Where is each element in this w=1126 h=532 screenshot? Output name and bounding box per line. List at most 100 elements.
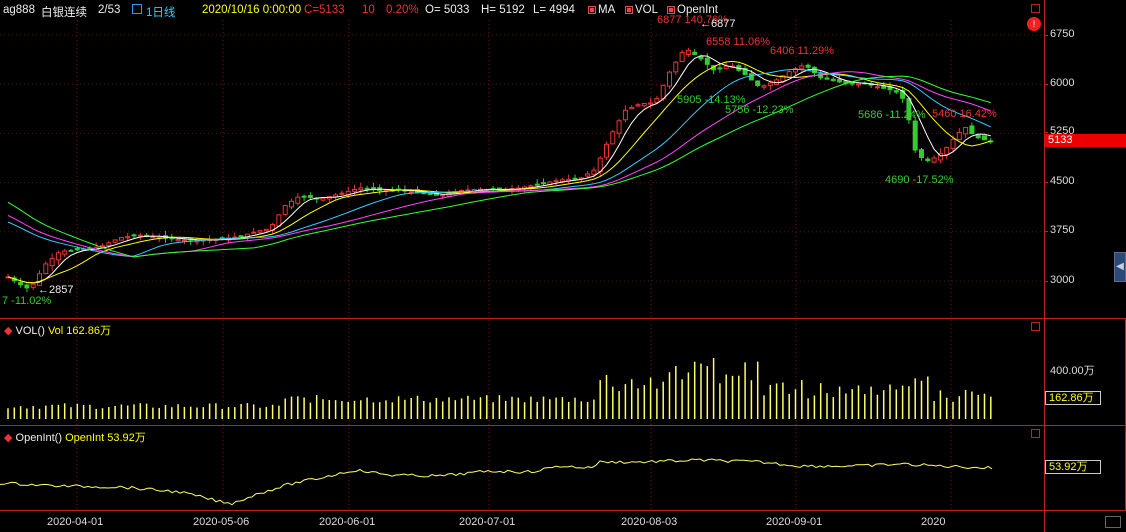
price-axis-label: 3750	[1050, 224, 1075, 236]
candle-body	[963, 126, 969, 135]
date-axis-label: 2020-06-01	[319, 516, 376, 528]
candle-body	[805, 64, 811, 68]
volume-func: VOL()	[15, 325, 45, 337]
date-axis-label: 2020-09-01	[766, 516, 823, 528]
scroll-handle[interactable]: ◀	[1114, 252, 1126, 282]
candle-body	[673, 61, 679, 73]
candle-body	[251, 231, 257, 234]
date-axis-label: 2020-05-06	[193, 516, 250, 528]
candle-body	[427, 192, 433, 195]
candle-body	[610, 131, 616, 145]
price-axis-label: 6750	[1050, 28, 1075, 40]
price-annotation: 5460 16.42%	[932, 108, 997, 120]
price-axis-label: 4500	[1050, 175, 1075, 187]
candle-body	[553, 180, 559, 183]
volume-value: 162.86万	[66, 325, 111, 337]
price-axis-tick	[1044, 35, 1048, 36]
candle-body	[43, 263, 49, 275]
ma30-line	[7, 71, 991, 258]
ma40-line	[7, 75, 991, 258]
price-annotation: 5686 -11.24%	[858, 109, 926, 121]
candle-body	[786, 71, 792, 78]
date-axis-line	[0, 510, 1126, 511]
price-axis-tick	[1044, 182, 1048, 183]
candle-body	[572, 177, 578, 180]
candle-body	[685, 49, 691, 56]
price-chart[interactable]	[0, 0, 1044, 510]
price-annotation: 4690 -17.52%	[885, 174, 954, 186]
candle-body	[307, 195, 313, 198]
candle-body	[24, 284, 30, 289]
candle-body	[181, 239, 187, 242]
candle-body	[440, 194, 446, 197]
candle-body	[100, 245, 105, 248]
candle-body	[723, 65, 729, 70]
candle-body	[830, 78, 836, 82]
candle-body	[282, 204, 288, 215]
price-annotation: 7 -11.02%	[2, 295, 52, 307]
candle-body	[969, 125, 975, 135]
candle-body	[106, 242, 112, 246]
candle-body	[320, 197, 326, 201]
candle-body	[408, 191, 414, 194]
price-axis-tick	[1044, 231, 1048, 232]
price-annotation: ←6877	[700, 18, 736, 30]
candle-body	[175, 238, 181, 242]
candle-body	[18, 281, 24, 286]
candle-body	[950, 138, 956, 150]
volume-label: Vol	[47, 325, 64, 337]
price-annotation: 6558 11.06%	[706, 36, 771, 48]
candle-body	[849, 81, 855, 85]
date-axis-label: 2020-07-01	[459, 516, 516, 528]
ma5-line	[7, 55, 991, 284]
candle-body	[118, 237, 124, 241]
candle-body	[893, 90, 899, 93]
price-axis-tick	[1044, 132, 1048, 133]
candle-body	[919, 149, 924, 158]
candle-body	[931, 157, 937, 163]
price-axis-tick	[1044, 281, 1048, 282]
candle-body	[352, 188, 357, 192]
candle-body	[358, 187, 364, 191]
candle-body	[131, 234, 137, 237]
candle-body	[295, 196, 301, 204]
open-interest-line	[0, 458, 993, 506]
candle-body	[975, 135, 981, 139]
candle-body	[767, 82, 773, 87]
candle-body	[692, 51, 698, 55]
candle-body	[238, 235, 244, 238]
candle-body	[364, 187, 370, 190]
ma20-line	[7, 68, 992, 257]
candle-body	[874, 86, 880, 89]
volume-axis-label: 400.00万	[1050, 365, 1095, 377]
candle-body	[660, 84, 666, 100]
candle-body	[912, 120, 918, 151]
candle-body	[534, 183, 540, 186]
price-axis-tick	[1044, 84, 1048, 85]
oi-func: OpenInt()	[15, 432, 62, 444]
candle-body	[257, 230, 263, 233]
candle-body	[604, 143, 609, 158]
candle-body	[648, 102, 654, 105]
oi-diamond-icon: ◆	[4, 432, 13, 444]
volume-panel-close-icon[interactable]	[1031, 322, 1040, 331]
candle-body	[717, 67, 723, 70]
oi-panel-close-icon[interactable]	[1031, 429, 1040, 438]
oi-value: 53.92万	[107, 432, 146, 444]
candle-body	[263, 228, 269, 232]
candle-body	[824, 77, 830, 80]
candle-body	[629, 107, 635, 110]
candle-body	[68, 249, 74, 252]
candle-body	[591, 169, 597, 176]
oi-label: OpenInt	[65, 432, 105, 444]
candle-body	[748, 73, 754, 81]
candle-body	[541, 182, 546, 185]
price-axis-label: 3000	[1050, 274, 1075, 286]
candle-body	[622, 109, 628, 121]
candle-body	[585, 173, 591, 177]
candle-body	[616, 120, 622, 134]
candle-body	[301, 195, 307, 198]
candle-body	[276, 214, 282, 227]
volume-diamond-icon: ◆	[4, 325, 13, 337]
right-axis-divider	[1044, 0, 1045, 532]
